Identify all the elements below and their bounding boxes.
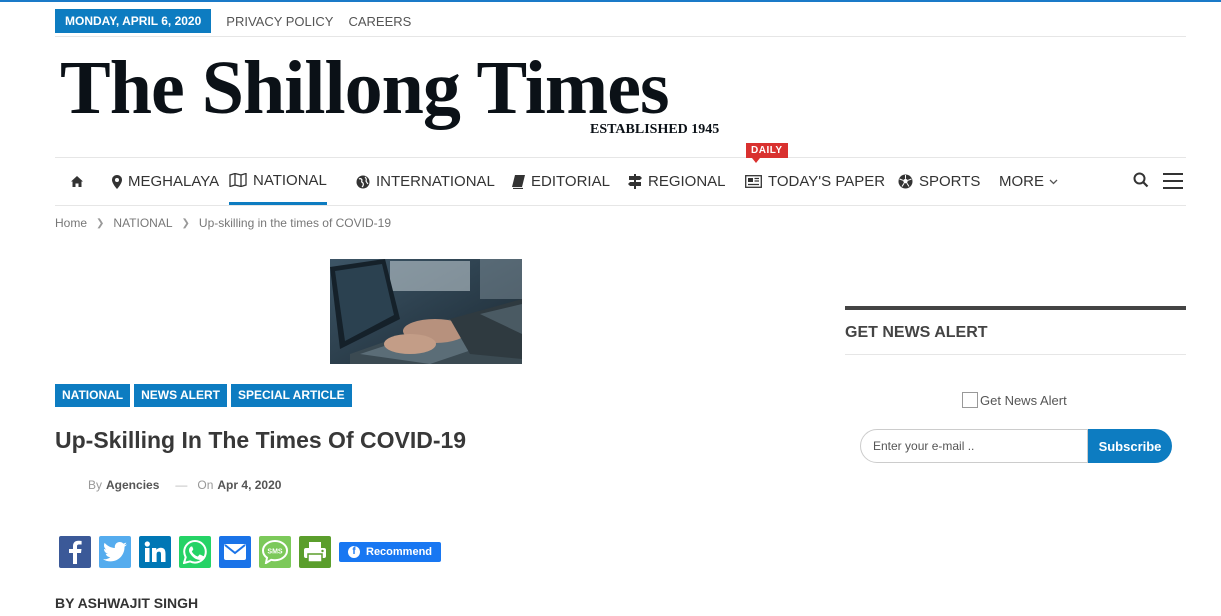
nav-label-regional: REGIONAL bbox=[648, 173, 726, 190]
map-pin-icon bbox=[112, 174, 122, 189]
share-facebook-button[interactable] bbox=[59, 536, 91, 568]
home-nav-item[interactable] bbox=[70, 158, 84, 205]
nav-item-sports[interactable]: SPORTS bbox=[898, 158, 980, 205]
breadcrumb-current: Up-skilling in the times of COVID-19 bbox=[198, 216, 391, 230]
svg-text:SMS: SMS bbox=[267, 549, 283, 556]
author-link[interactable]: Agencies bbox=[106, 478, 159, 492]
top-accent-line bbox=[0, 0, 1221, 2]
nav-label-todays-paper: TODAY'S PAPER bbox=[768, 173, 886, 190]
share-email-button[interactable] bbox=[219, 536, 251, 568]
breadcrumb-national[interactable]: NATIONAL bbox=[113, 216, 172, 230]
category-special-article[interactable]: SPECIAL ARTICLE bbox=[231, 384, 352, 407]
nav-label-international: INTERNATIONAL bbox=[376, 173, 495, 190]
on-label: On bbox=[197, 478, 214, 492]
checkbox-label: Get News Alert bbox=[980, 392, 1067, 408]
facebook-icon: f bbox=[348, 546, 360, 558]
logo-title: The Shillong Times bbox=[60, 46, 670, 130]
nav-item-national[interactable]: NATIONAL bbox=[229, 158, 327, 205]
subscribe-form: Enter your e-mail .. Subscribe bbox=[860, 429, 1172, 463]
privacy-policy-link[interactable]: PRIVACY POLICY bbox=[226, 14, 333, 29]
date-badge: MONDAY, APRIL 6, 2020 bbox=[55, 9, 212, 33]
news-alert-widget: GET NEWS ALERT Get News Alert Enter your… bbox=[845, 306, 1186, 463]
article-categories: NATIONAL NEWS ALERT SPECIAL ARTICLE bbox=[55, 384, 356, 407]
checkbox-box[interactable] bbox=[962, 392, 978, 408]
nav-label-national: NATIONAL bbox=[253, 171, 327, 189]
share-twitter-button[interactable] bbox=[99, 536, 131, 568]
share-bar: SMS f Recommend bbox=[59, 536, 442, 568]
widget-title: GET NEWS ALERT bbox=[845, 310, 1186, 355]
share-linkedin-button[interactable] bbox=[139, 536, 171, 568]
article-hero-image bbox=[330, 259, 522, 364]
globe-icon bbox=[356, 175, 370, 188]
signpost-icon bbox=[628, 174, 642, 189]
newspaper-icon bbox=[745, 175, 762, 188]
book-icon bbox=[512, 174, 525, 189]
recommend-label: Recommend bbox=[366, 546, 433, 558]
nav-item-todays-paper[interactable]: TODAY'S PAPER bbox=[745, 158, 885, 205]
hamburger-line bbox=[1163, 180, 1183, 182]
nav-item-editorial[interactable]: EDITORIAL bbox=[512, 158, 610, 205]
linkedin-icon bbox=[144, 541, 166, 562]
by-label: By bbox=[88, 478, 103, 492]
category-national[interactable]: NATIONAL bbox=[55, 384, 131, 407]
soccer-ball-icon bbox=[898, 174, 913, 189]
breadcrumb: Home ❯ NATIONAL ❯ Up-skilling in the tim… bbox=[55, 216, 391, 230]
category-news-alert[interactable]: NEWS ALERT bbox=[134, 384, 227, 407]
nav-label-sports: SPORTS bbox=[919, 173, 981, 190]
print-icon bbox=[304, 542, 326, 563]
hamburger-line bbox=[1163, 187, 1183, 189]
email-input[interactable]: Enter your e-mail .. bbox=[860, 429, 1088, 463]
facebook-icon bbox=[69, 540, 82, 564]
article-title: Up-Skilling In The Times Of COVID-19 bbox=[55, 427, 467, 453]
twitter-icon bbox=[103, 542, 127, 562]
share-print-button[interactable] bbox=[299, 536, 331, 568]
subscribe-button[interactable]: Subscribe bbox=[1088, 429, 1172, 463]
article-meta: By Agencies — On Apr 4, 2020 bbox=[88, 478, 281, 492]
top-bar: MONDAY, APRIL 6, 2020 PRIVACY POLICY CAR… bbox=[55, 6, 1186, 37]
home-icon bbox=[71, 176, 83, 187]
nav-label-meghalaya: MEGHALAYA bbox=[128, 173, 220, 190]
share-sms-button[interactable]: SMS bbox=[259, 536, 291, 568]
chevron-right-icon: ❯ bbox=[96, 217, 105, 229]
site-logo[interactable]: The Shillong Times ESTABLISHED 1945 bbox=[60, 48, 760, 143]
whatsapp-icon bbox=[183, 540, 207, 564]
map-icon bbox=[229, 173, 247, 187]
main-nav: MEGHALAYA NATIONAL INTERNATIONAL EDITORI… bbox=[55, 143, 1186, 206]
news-alert-checkbox[interactable]: Get News Alert bbox=[962, 392, 1067, 408]
nav-label-more: MORE bbox=[999, 173, 1044, 190]
share-whatsapp-button[interactable] bbox=[179, 536, 211, 568]
daily-badge: DAILY bbox=[746, 143, 788, 163]
chevron-down-icon bbox=[1049, 179, 1058, 184]
search-button[interactable] bbox=[1133, 172, 1151, 190]
article-byline: BY ASHWAJIT SINGH bbox=[55, 595, 199, 611]
nav-item-meghalaya[interactable]: MEGHALAYA bbox=[112, 158, 219, 205]
hamburger-menu-button[interactable] bbox=[1163, 173, 1183, 189]
nav-item-international[interactable]: INTERNATIONAL bbox=[356, 158, 495, 205]
email-icon bbox=[224, 544, 246, 560]
nav-label-editorial: EDITORIAL bbox=[531, 173, 610, 190]
logo-established: ESTABLISHED 1945 bbox=[590, 122, 720, 137]
hamburger-line bbox=[1163, 173, 1183, 175]
careers-link[interactable]: CAREERS bbox=[348, 14, 411, 29]
search-icon bbox=[1133, 172, 1149, 188]
meta-separator: — bbox=[175, 478, 188, 492]
sms-icon: SMS bbox=[262, 540, 288, 564]
article-date: Apr 4, 2020 bbox=[217, 478, 282, 492]
nav-item-regional[interactable]: REGIONAL bbox=[628, 158, 726, 205]
breadcrumb-home[interactable]: Home bbox=[55, 216, 87, 230]
nav-item-more[interactable]: MORE bbox=[999, 158, 1058, 205]
facebook-recommend-button[interactable]: f Recommend bbox=[339, 542, 442, 562]
chevron-right-icon: ❯ bbox=[181, 217, 190, 229]
